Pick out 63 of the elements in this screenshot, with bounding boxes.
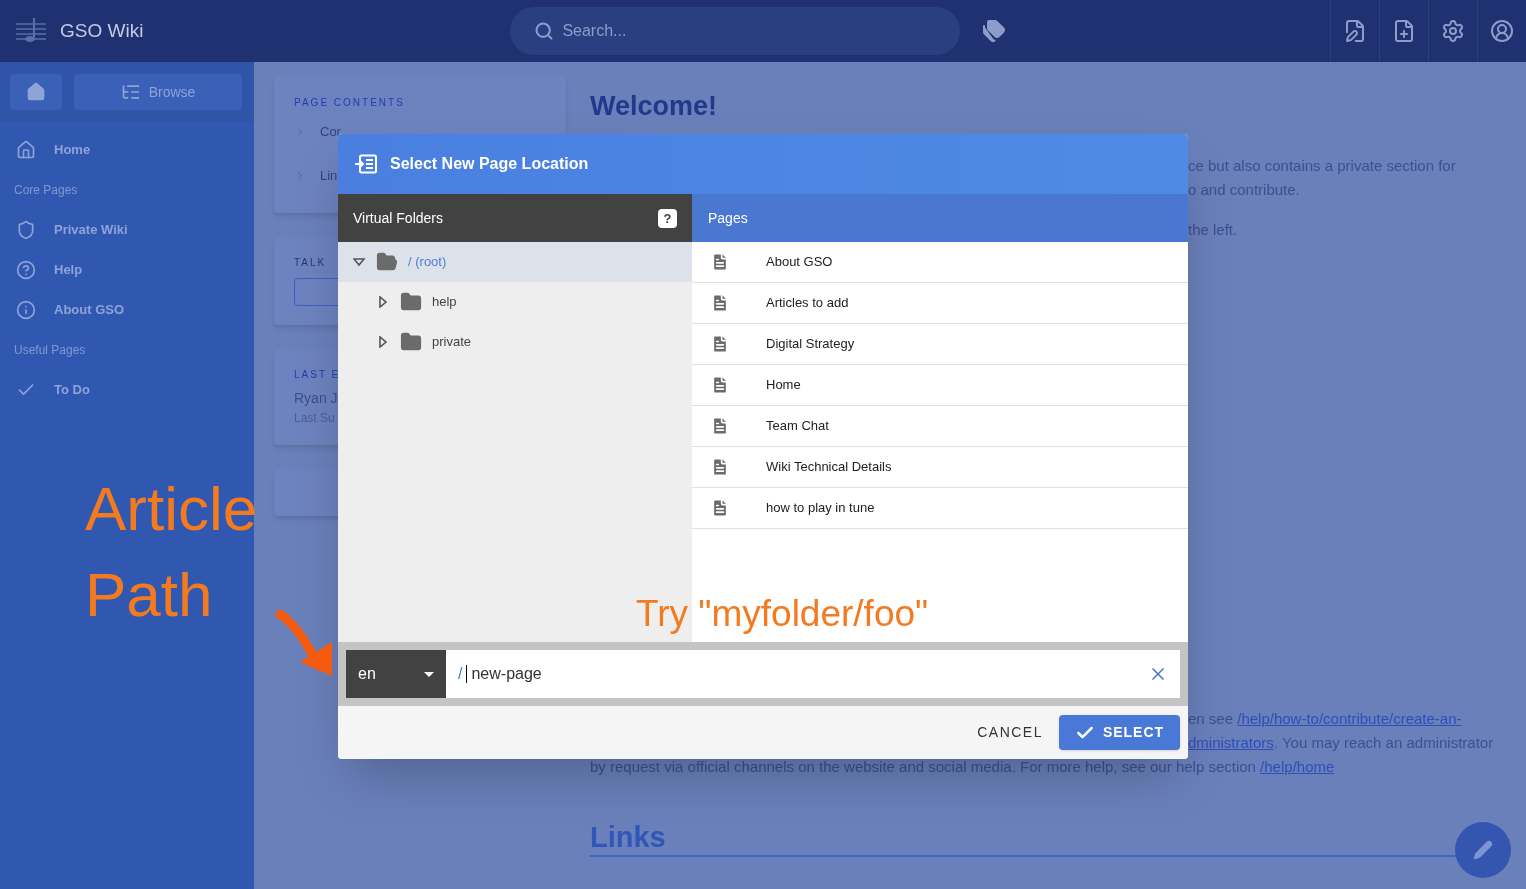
home-button[interactable] — [10, 74, 62, 110]
folder-icon — [400, 291, 422, 313]
page-row[interactable]: Team Chat — [692, 406, 1188, 447]
annotation-text: Try "myfolder/foo" — [636, 592, 929, 636]
tree-icon — [120, 82, 141, 102]
browse-button[interactable]: Browse — [74, 74, 242, 110]
folder-icon — [376, 251, 398, 273]
folder-label: private — [432, 333, 472, 352]
help-button[interactable]: ? — [658, 208, 677, 228]
page-row[interactable]: Home — [692, 365, 1188, 406]
collapse-icon[interactable] — [353, 258, 365, 266]
nav-item[interactable]: Private Wiki — [0, 210, 254, 250]
expand-icon[interactable] — [379, 296, 387, 308]
panel-title: Virtual Folders — [353, 208, 443, 228]
cancel-button[interactable]: CANCEL — [977, 722, 1043, 743]
toolbar-icon — [1392, 19, 1416, 43]
nav-icon — [16, 260, 36, 280]
toolbar-icon — [1441, 19, 1465, 43]
pencil-icon — [1473, 840, 1493, 860]
caret-icon — [424, 671, 434, 677]
nav-item[interactable]: Help — [0, 250, 254, 290]
search-field[interactable]: Search... — [510, 7, 961, 55]
path-field[interactable]: / new-page — [446, 650, 1180, 698]
folder-row[interactable]: help — [338, 282, 692, 322]
section-title: PAGE CONTENTS — [294, 96, 405, 110]
folder-label: help — [432, 293, 457, 312]
select-button[interactable]: SELECT — [1059, 715, 1180, 750]
page-row[interactable]: Wiki Technical Details — [692, 447, 1188, 488]
search-icon — [534, 21, 555, 41]
folder-row[interactable]: private — [338, 322, 692, 362]
section-title: TALK — [294, 256, 327, 270]
page-heading: Welcome! — [590, 90, 719, 122]
folder-label: / (root) — [408, 253, 447, 272]
annotation-text: Article Path — [85, 473, 259, 631]
nav-icon — [16, 300, 36, 320]
home-icon — [26, 82, 46, 102]
locale-dropdown[interactable]: en — [346, 650, 446, 698]
toc-item[interactable]: Lin — [320, 166, 338, 186]
page-row[interactable]: About GSO — [692, 242, 1188, 283]
dialog-title: Select New Page Location — [390, 154, 589, 174]
nav-icon — [16, 140, 36, 160]
path-prefix: / — [458, 664, 463, 684]
nav-item[interactable]: Home — [0, 130, 254, 170]
tags-icon[interactable] — [982, 19, 1007, 43]
panel-title: Pages — [708, 208, 748, 228]
toolbar-icon — [1343, 19, 1367, 43]
expand-icon[interactable] — [379, 336, 387, 348]
toolbar-icon — [1490, 19, 1514, 43]
nav-item[interactable]: To Do — [0, 370, 254, 410]
page-row[interactable]: Digital Strategy — [692, 324, 1188, 365]
page-row[interactable]: how to play in tune — [692, 488, 1188, 529]
section-header: Useful Pages — [13, 342, 87, 359]
path-value: new-page — [471, 664, 543, 684]
move-icon — [354, 154, 378, 174]
nav-icon — [16, 220, 36, 240]
section-header: Core Pages — [13, 182, 79, 199]
page-row[interactable]: Articles to add — [692, 283, 1188, 324]
section-title: LAST E — [294, 368, 341, 382]
nav-item[interactable]: About GSO — [0, 290, 254, 330]
folder-icon — [400, 331, 422, 353]
toc-item[interactable]: Cor — [320, 122, 341, 142]
app-title: GSO Wiki — [60, 18, 144, 43]
folder-row[interactable]: / (root) — [338, 242, 692, 282]
